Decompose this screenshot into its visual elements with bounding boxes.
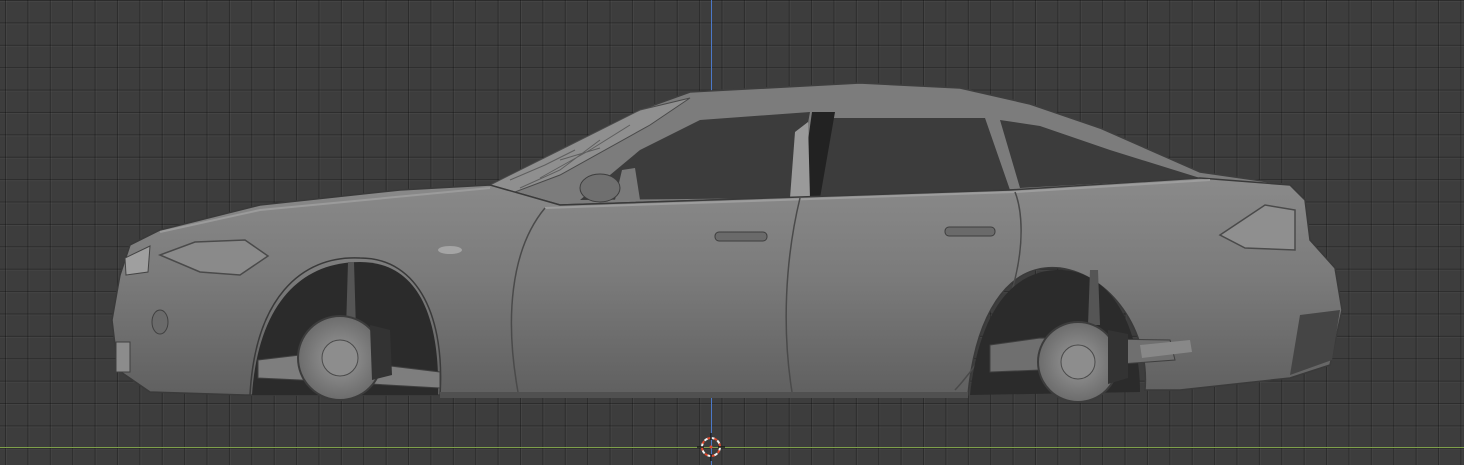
rear-caliper — [1108, 330, 1128, 384]
side-mirror — [579, 173, 621, 203]
y-axis-line — [0, 447, 1464, 448]
side-marker — [438, 246, 462, 254]
rear-door-handle — [944, 226, 996, 237]
rear-hub — [1060, 344, 1096, 380]
3d-viewport[interactable] — [0, 0, 1464, 465]
rear-strut — [1088, 270, 1100, 325]
license-plate-front — [115, 341, 131, 373]
front-hub — [321, 339, 359, 377]
rear-window-opening — [810, 118, 1010, 198]
side-skirt — [440, 392, 968, 398]
3d-cursor-icon[interactable] — [697, 433, 725, 461]
car-body-mesh[interactable] — [0, 0, 1464, 465]
fog-light — [151, 309, 169, 335]
front-door-handle — [714, 231, 768, 242]
front-caliper — [370, 325, 392, 380]
